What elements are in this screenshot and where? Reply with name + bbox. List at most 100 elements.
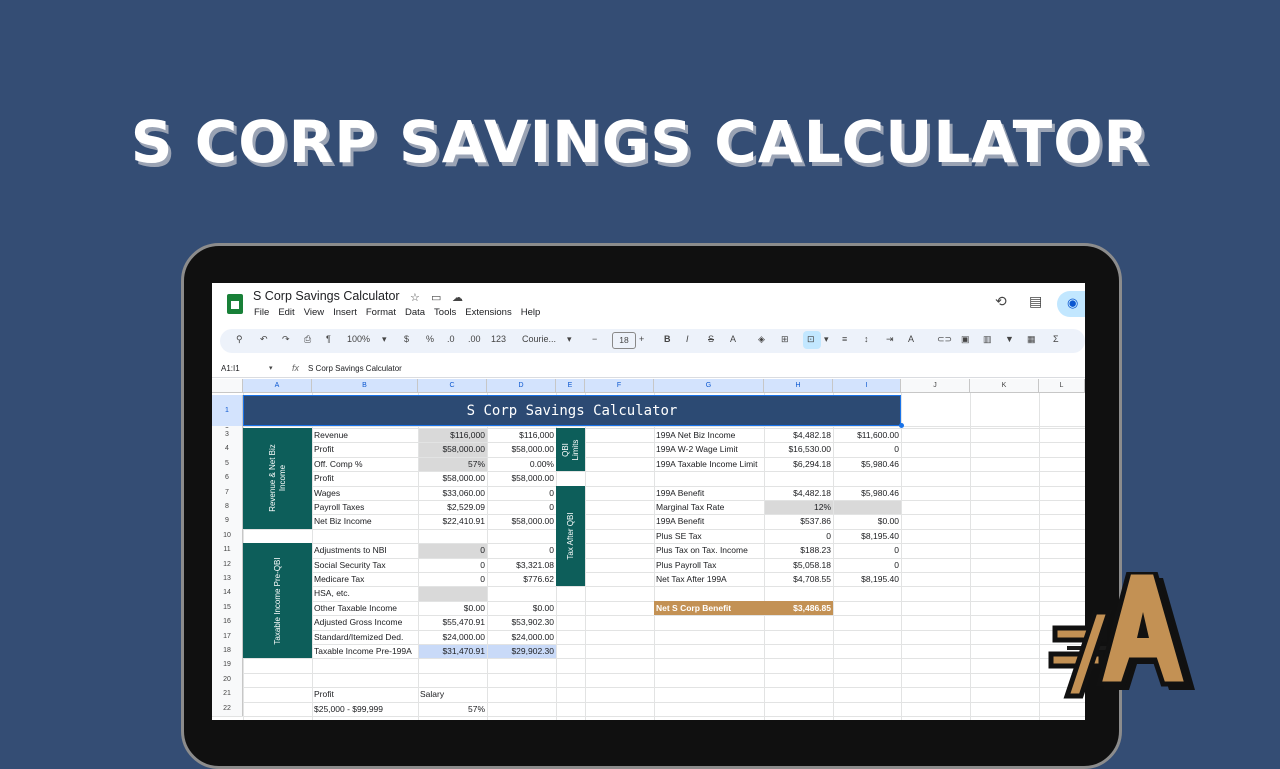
column-header-f[interactable]: F: [585, 379, 654, 393]
solo-value-cell[interactable]: $5,980.46: [833, 457, 899, 471]
selection-handle[interactable]: [899, 423, 904, 428]
solo-value-cell[interactable]: 0: [833, 558, 899, 572]
menu-edit[interactable]: Edit: [278, 307, 294, 318]
font-size-minus-button[interactable]: −: [592, 334, 597, 344]
scorp-value-cell[interactable]: $2,529.09: [418, 500, 485, 514]
column-header-l[interactable]: L: [1039, 379, 1085, 393]
menu-extensions[interactable]: Extensions: [465, 307, 511, 318]
scorp-value-cell[interactable]: $55,470.91: [418, 615, 485, 629]
solo-value-cell[interactable]: 0: [487, 543, 554, 557]
row-label[interactable]: Adjustments to NBI: [314, 543, 387, 557]
row-header-15[interactable]: 15: [212, 600, 243, 616]
merge-chevron-down-icon[interactable]: ▾: [824, 334, 829, 345]
borders-icon[interactable]: ⊞: [781, 334, 789, 345]
scorp-value-cell[interactable]: $58,000.00: [418, 442, 485, 456]
solo-value-cell[interactable]: 0: [833, 543, 899, 557]
text-wrapping-icon[interactable]: ⇥: [886, 334, 894, 345]
name-box-chevron-down-icon[interactable]: ▾: [269, 364, 273, 372]
row-header-20[interactable]: 20: [212, 672, 243, 688]
document-title[interactable]: S Corp Savings Calculator: [253, 289, 400, 303]
version-history-icon[interactable]: ⟲: [995, 293, 1007, 310]
paint-format-icon[interactable]: ¶: [326, 334, 331, 344]
section-label-tax_after[interactable]: Tax After QBI: [556, 485, 585, 587]
filter-icon[interactable]: ▼: [1005, 334, 1014, 344]
font-size-input[interactable]: 18: [612, 332, 636, 349]
row-header-19[interactable]: 19: [212, 658, 243, 673]
row-header-1[interactable]: 1: [212, 395, 243, 426]
scorp-value-cell[interactable]: 0: [418, 543, 485, 557]
solo-value-cell[interactable]: 0.00%: [487, 457, 554, 471]
row-label[interactable]: HSA, etc.: [314, 586, 350, 600]
solo-value-cell[interactable]: $11,600.00: [833, 428, 899, 442]
row-label[interactable]: Wages: [314, 486, 340, 500]
row-header-21[interactable]: 21: [212, 687, 243, 702]
scorp-value-cell[interactable]: 0: [764, 529, 831, 543]
row-label[interactable]: 199A W-2 Wage Limit: [656, 442, 738, 456]
select-all-corner[interactable]: [212, 379, 243, 393]
zoom-chevron-down-icon[interactable]: ▾: [382, 334, 387, 345]
scorp-value-cell[interactable]: $58,000.00: [418, 471, 485, 485]
solo-value-cell[interactable]: $116,000: [487, 428, 554, 442]
solo-value-cell[interactable]: $58,000.00: [487, 471, 554, 485]
menu-format[interactable]: Format: [366, 307, 396, 318]
solo-value-cell[interactable]: $776.62: [487, 572, 554, 586]
scorp-value-cell[interactable]: $24,000.00: [418, 630, 485, 644]
row-header-6[interactable]: 6: [212, 471, 243, 486]
zoom-select[interactable]: 100%: [347, 334, 370, 344]
cloud-status-icon[interactable]: ☁: [452, 291, 463, 304]
scorp-value-cell[interactable]: $22,410.91: [418, 514, 485, 528]
solo-value-cell[interactable]: 0: [833, 442, 899, 456]
decrease-decimal-button[interactable]: .0: [447, 334, 455, 344]
solo-value-cell[interactable]: 0: [487, 486, 554, 500]
increase-decimal-button[interactable]: .00: [468, 334, 481, 344]
horizontal-align-icon[interactable]: ≡: [842, 334, 847, 344]
section-label-revenue[interactable]: Revenue & Net Biz Income: [243, 428, 312, 529]
vertical-align-icon[interactable]: ↕: [864, 334, 869, 344]
row-header-4[interactable]: 4: [212, 442, 243, 457]
row-label[interactable]: 199A Benefit: [656, 514, 704, 528]
column-header-b[interactable]: B: [312, 379, 418, 393]
font-chevron-down-icon[interactable]: ▾: [567, 334, 572, 345]
section-label-qbi[interactable]: QBI Limits: [556, 428, 585, 472]
row-label[interactable]: Off. Comp %: [314, 457, 363, 471]
scorp-value-cell[interactable]: $16,530.00: [764, 442, 831, 456]
scorp-value-cell[interactable]: $0.00: [418, 601, 485, 615]
row-label[interactable]: Standard/Itemized Ded.: [314, 630, 403, 644]
row-header-18[interactable]: 18: [212, 644, 243, 659]
row-header-7[interactable]: 7: [212, 485, 243, 500]
solo-value-cell[interactable]: $58,000.00: [487, 442, 554, 456]
salary-pct-cell[interactable]: 57%: [418, 702, 485, 716]
solo-value-cell[interactable]: $5,980.46: [833, 486, 899, 500]
fill-color-icon[interactable]: ◈: [758, 334, 765, 345]
scorp-value-cell[interactable]: $537.86: [764, 514, 831, 528]
row-label[interactable]: Profit: [314, 471, 334, 485]
row-label[interactable]: Adjusted Gross Income: [314, 615, 402, 629]
row-label[interactable]: 199A Net Biz Income: [656, 428, 735, 442]
solo-value-cell[interactable]: $3,321.08: [487, 558, 554, 572]
row-label[interactable]: Medicare Tax: [314, 572, 364, 586]
solo-value-cell[interactable]: $0.00: [487, 601, 554, 615]
merge-cells-icon[interactable]: ⊡: [807, 334, 815, 345]
row-label[interactable]: Revenue: [314, 428, 348, 442]
row-header-22[interactable]: 22: [212, 701, 243, 716]
column-header-j[interactable]: J: [901, 379, 970, 393]
column-header-g[interactable]: G: [654, 379, 764, 393]
row-header-13[interactable]: 13: [212, 572, 243, 587]
scorp-value-cell[interactable]: $31,470.91: [418, 644, 485, 658]
net-benefit-row[interactable]: Net S Corp Benefit $3,486.85: [654, 600, 833, 616]
row-label[interactable]: Plus SE Tax: [656, 529, 702, 543]
scorp-value-cell[interactable]: 0: [418, 558, 485, 572]
format-currency-button[interactable]: $: [404, 334, 409, 344]
scorp-value-cell[interactable]: $4,482.18: [764, 428, 831, 442]
menu-help[interactable]: Help: [521, 307, 541, 318]
text-rotation-icon[interactable]: A: [908, 334, 914, 344]
row-label[interactable]: Net Biz Income: [314, 514, 372, 528]
row-label[interactable]: Plus Payroll Tax: [656, 558, 716, 572]
row-header-14[interactable]: 14: [212, 586, 243, 601]
row-header-9[interactable]: 9: [212, 514, 243, 529]
row-header-11[interactable]: 11: [212, 543, 243, 558]
scorp-value-cell[interactable]: 57%: [418, 457, 485, 471]
scorp-value-cell[interactable]: $5,058.18: [764, 558, 831, 572]
insert-chart-icon[interactable]: ▥: [983, 334, 992, 345]
print-icon[interactable]: ⎙: [304, 334, 311, 345]
